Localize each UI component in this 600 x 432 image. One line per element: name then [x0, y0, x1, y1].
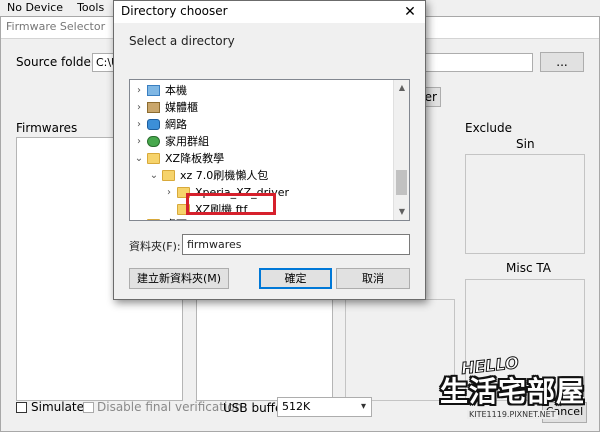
tree-item-homegroup[interactable]: › 家用群組: [130, 133, 400, 150]
chevron-right-icon[interactable]: ›: [164, 184, 174, 201]
library-icon: [147, 102, 160, 113]
close-icon[interactable]: ✕: [395, 1, 425, 23]
menu-tools[interactable]: Tools: [70, 0, 111, 16]
dialog-cancel-button[interactable]: 取消: [336, 268, 410, 289]
simulate-label: Simulate: [31, 400, 85, 414]
dialog-titlebar: Directory chooser ✕: [114, 1, 425, 23]
folder-field-label: 資料夾(F):: [129, 240, 181, 253]
usb-buffer-value: 512K: [282, 400, 311, 413]
sin-list[interactable]: [465, 154, 585, 254]
tree-item-flash-pack[interactable]: ⌄ xz 7.0刷機懶人包: [130, 167, 400, 184]
tree-item-label: XZ降板教學: [165, 152, 225, 165]
usb-buffer-select[interactable]: 512K ▾: [277, 397, 372, 417]
dialog-subtitle: Select a directory: [129, 34, 235, 48]
tree-item-label: 本機: [165, 84, 187, 97]
scroll-down-icon[interactable]: ▼: [394, 204, 409, 220]
tree-item-this-pc[interactable]: › 本機: [130, 82, 400, 99]
new-folder-button[interactable]: 建立新資料夾(M): [129, 268, 229, 289]
chevron-right-icon[interactable]: ›: [134, 116, 144, 133]
tree-item-network[interactable]: › 網路: [130, 116, 400, 133]
chevron-right-icon[interactable]: ›: [134, 82, 144, 99]
folder-icon: [147, 219, 160, 220]
folder-icon: [162, 170, 175, 181]
window-title: Firmware Selector: [6, 20, 106, 33]
tree-scrollbar[interactable]: ▲ ▼: [393, 80, 409, 220]
folder-name-input[interactable]: firmwares: [182, 234, 410, 255]
homegroup-icon: [147, 136, 160, 147]
chevron-down-icon[interactable]: ⌄: [134, 150, 144, 167]
exclude-panel-left: [345, 299, 455, 401]
content-list[interactable]: [196, 299, 333, 401]
watermark-url: KITE1119.PIXNET.NET: [467, 410, 558, 419]
misc-ta-label: Misc TA: [506, 261, 551, 275]
tree-item-label: 家用群組: [165, 135, 209, 148]
tree-item-libraries[interactable]: › 媒體櫃: [130, 99, 400, 116]
browse-button[interactable]: ...: [540, 52, 584, 72]
computer-icon: [147, 85, 160, 96]
simulate-checkbox[interactable]: [16, 402, 27, 413]
dialog-title: Directory chooser: [121, 4, 228, 18]
disable-verification-label: Disable final verification: [97, 400, 243, 414]
tree-item-label: 媒體櫃: [165, 101, 198, 114]
chevron-right-icon[interactable]: ›: [134, 133, 144, 150]
selection-highlight-box: [186, 193, 276, 215]
exclude-label: Exclude: [465, 121, 513, 135]
sin-label: Sin: [516, 137, 535, 151]
network-icon: [147, 119, 160, 130]
directory-chooser-dialog: Directory chooser ✕ Select a directory ›…: [113, 0, 426, 300]
tree-item-label: 桌面: [165, 216, 187, 220]
chevron-right-icon[interactable]: ›: [134, 99, 144, 116]
source-folder-label: Source folder :: [16, 55, 104, 69]
firmwares-label: Firmwares: [16, 121, 78, 135]
chevron-down-icon[interactable]: ⌄: [149, 167, 159, 184]
scrollbar-thumb[interactable]: [396, 170, 407, 195]
tree-item-label: xz 7.0刷機懶人包: [180, 169, 269, 182]
menu-no-device[interactable]: No Device: [0, 0, 70, 16]
disable-verification-checkbox[interactable]: [83, 402, 94, 413]
scroll-up-icon[interactable]: ▲: [394, 80, 409, 96]
tree-item-xz-tutorial[interactable]: ⌄ XZ降板教學: [130, 150, 400, 167]
chevron-down-icon: ▾: [360, 401, 366, 412]
tree-item-label: 網路: [165, 118, 187, 131]
tree-item-desktop[interactable]: 桌面: [130, 216, 400, 220]
watermark-logo: 生活宅部屋: [440, 375, 586, 408]
folder-tree[interactable]: › 本機 › 媒體櫃 › 網路 › 家用群組 ⌄ XZ降板教學 ⌄ xz 7.0…: [129, 79, 410, 221]
ok-button[interactable]: 確定: [259, 268, 332, 289]
folder-icon: [147, 153, 160, 164]
